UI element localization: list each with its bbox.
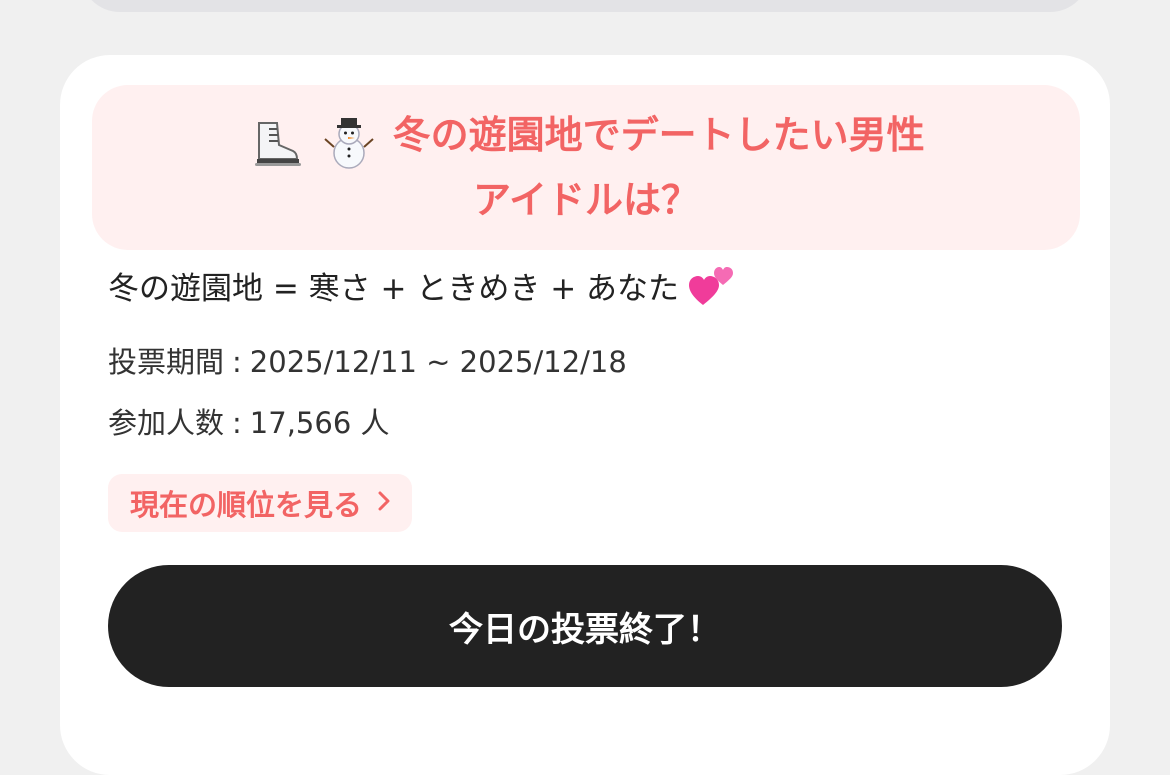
- participants-row: 参加人数:17,566 人: [108, 403, 390, 443]
- poll-card: 冬の遊園地でデートしたい男性 アイドルは？ 冬の遊園地 = 寒さ + ときめき …: [60, 55, 1110, 775]
- poll-title: 冬の遊園地でデートしたい男性 アイドルは？: [226, 106, 946, 230]
- poll-subtitle: 冬の遊園地 = 寒さ + ときめき + あなた: [108, 265, 735, 319]
- poll-title-banner: 冬の遊園地でデートしたい男性 アイドルは？: [92, 85, 1080, 250]
- chevron-right-icon: [376, 486, 392, 520]
- voting-period-separator: :: [232, 345, 242, 379]
- poll-title-line1: 冬の遊園地でデートしたい男性: [392, 112, 925, 157]
- participants-separator: :: [232, 406, 242, 440]
- previous-card-edge: [80, 0, 1090, 12]
- poll-title-line2: アイドルは？: [472, 178, 700, 223]
- voting-period-label: 投票期間: [108, 345, 225, 379]
- voting-period-row: 投票期間:2025/12/11 ~ 2025/12/18: [108, 342, 627, 382]
- view-ranking-button[interactable]: 現在の順位を見る: [108, 474, 413, 532]
- two-hearts-icon: [689, 265, 735, 319]
- title-emoji-group: [247, 112, 380, 172]
- vote-finished-button[interactable]: 今日の投票終了！: [108, 565, 1062, 687]
- view-ranking-label: 現在の順位を見る: [130, 488, 363, 522]
- participants-value: 17,566 人: [249, 406, 390, 440]
- participants-label: 参加人数: [108, 406, 225, 440]
- ice-skate-icon: [255, 122, 302, 167]
- snowman-icon: [323, 118, 374, 169]
- poll-subtitle-text: 冬の遊園地 = 寒さ + ときめき + あなた: [108, 271, 680, 307]
- voting-period-value: 2025/12/11 ~ 2025/12/18: [249, 345, 627, 379]
